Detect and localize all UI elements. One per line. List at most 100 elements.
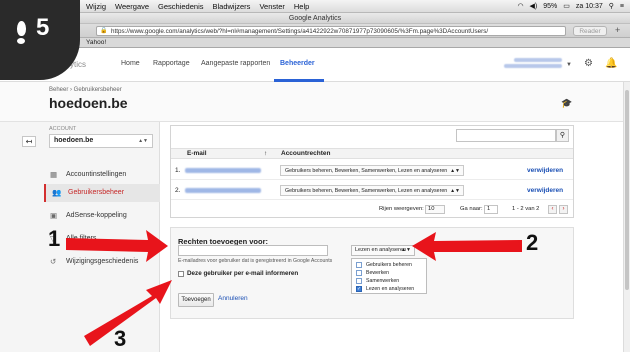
chevron-updown-icon: ▲▼ (401, 247, 411, 253)
battery-icon: ▭ (563, 3, 570, 10)
rights-select[interactable]: Gebruikers beheren, Bewerken, Samenwerke… (280, 165, 464, 176)
prev-page-icon[interactable]: ‹ (548, 205, 557, 214)
bookmarks-bar: ey Yahoo! (0, 38, 630, 48)
goto-input[interactable]: 1 (484, 205, 498, 214)
menu-geschiedenis[interactable]: Geschiedenis (158, 2, 203, 11)
permission-option[interactable]: Bewerken (356, 269, 389, 277)
breadcrumb[interactable]: Beheer › Gebruikersbeheer (49, 87, 122, 93)
permission-option-label: Gebruikers beheren (366, 262, 412, 268)
page-range: 1 - 2 van 2 (512, 206, 540, 212)
menu-wijzig[interactable]: Wijzig (86, 2, 106, 11)
menu-weergave[interactable]: Weergave (115, 2, 149, 11)
checkbox-checked[interactable]: ✓ (356, 286, 362, 292)
next-page-icon[interactable]: › (559, 205, 568, 214)
nav-rapportage[interactable]: Rapportage (153, 60, 190, 67)
clock[interactable]: za 10:37 (576, 3, 603, 10)
permission-option-label: Lezen en analyseren (366, 286, 415, 292)
sidebar-item-label: Alle filters (66, 235, 97, 242)
sidebar-item-history[interactable]: ↺ Wijzigingsgeschiedenis (44, 253, 160, 271)
user-email-blurred (514, 58, 562, 62)
bookmark-yahoo[interactable]: Yahoo! (86, 38, 106, 48)
chevron-updown-icon: ▲▼ (450, 188, 460, 194)
user-id-blurred (504, 64, 562, 68)
delete-link[interactable]: verwijderen (527, 167, 563, 174)
scrollbar[interactable] (623, 82, 630, 352)
new-tab-icon[interactable]: + (615, 25, 620, 35)
window-title: Google Analytics (0, 13, 630, 24)
goto-label: Ga naar: (460, 206, 483, 212)
search-input[interactable] (456, 129, 556, 142)
sidebar-item-label: Gebruikersbeheer (68, 189, 125, 196)
cancel-link[interactable]: Annuleren (218, 295, 248, 302)
page-heading-area: Beheer › Gebruikersbeheer hoedoen.be 🎓 (0, 82, 630, 122)
sidebar-item-filters[interactable]: ▽ Alle filters (44, 230, 160, 248)
battery-percent[interactable]: 95% (543, 3, 557, 10)
permission-option-label: Bewerken (366, 270, 390, 276)
column-email[interactable]: E-mail (187, 149, 207, 159)
annotation-number-3: 3 (114, 326, 127, 351)
checkbox[interactable] (356, 278, 362, 284)
checkbox[interactable] (356, 262, 362, 268)
menu-bladwijzers[interactable]: Bladwijzers (213, 2, 251, 11)
permission-select[interactable]: Lezen en analyseren ▲▼ (351, 245, 415, 256)
building-icon: ▦ (50, 170, 58, 179)
permission-option[interactable]: Samenwerken (356, 277, 399, 285)
gear-icon[interactable]: ⚙ (584, 58, 593, 69)
add-button[interactable]: Toevoegen (178, 293, 214, 307)
nav-beheerder[interactable]: Beheerder (280, 60, 315, 67)
bell-icon[interactable]: 🔔 (605, 58, 617, 69)
sidebar-item-adsense[interactable]: ▣ AdSense-koppeling (44, 207, 160, 225)
sidebar-item-gebruikersbeheer[interactable]: 👥 Gebruikersbeheer (44, 184, 160, 202)
rows-label: Rijen weergeven: (379, 206, 424, 212)
footprint-heel (17, 38, 25, 44)
ga-header: Analytics Home Rapportage Aangepaste rap… (0, 48, 630, 82)
chevron-updown-icon: ▲▼ (138, 138, 148, 144)
scroll-thumb[interactable] (625, 90, 629, 290)
notify-checkbox[interactable] (178, 271, 184, 277)
step-badge: 5 (0, 0, 80, 80)
volume-icon[interactable]: ◀) (530, 2, 538, 10)
annotation-number-2: 2 (526, 230, 539, 255)
status-area: ◠ ◀) 95% ▭ za 10:37 ⚲ ≡ (517, 2, 630, 11)
chevron-down-icon[interactable]: ▼ (566, 62, 572, 68)
graduation-cap-icon[interactable]: 🎓 (561, 98, 572, 109)
history-icon: ↺ (50, 257, 57, 266)
back-arrow-icon[interactable]: ↤ (22, 136, 36, 147)
list-icon[interactable]: ≡ (620, 3, 624, 10)
add-permissions-panel: Rechten toevoegen voor: E-mailadres voor… (170, 227, 574, 319)
goto-input-value: 1 (487, 206, 491, 212)
sidebar: ↤ ACCOUNT hoedoen.be ▲▼ ▦ Accountinstell… (0, 122, 160, 352)
page-title: hoedoen.be (49, 95, 128, 111)
sort-arrow-icon[interactable]: ↑ (264, 149, 267, 159)
nav-home[interactable]: Home (121, 60, 140, 67)
table-header: E-mail ↑ Accountrechten (171, 148, 573, 159)
search-icon[interactable]: ⚲ (556, 129, 569, 142)
annotation-number-1: 1 (48, 226, 61, 251)
checkbox[interactable] (356, 270, 362, 276)
reader-button[interactable]: Reader (573, 26, 607, 36)
pagination: Rijen weergeven: 10 Ga naar: 1 1 - 2 van… (171, 203, 573, 215)
menu-venster[interactable]: Venster (259, 2, 284, 11)
rights-select[interactable]: Gebruikers beheren, Bewerken, Samenwerke… (280, 185, 464, 196)
email-field[interactable] (178, 245, 328, 256)
menu-help[interactable]: Help (294, 2, 309, 11)
nav-aangepaste-rapporten[interactable]: Aangepaste rapporten (201, 60, 270, 67)
user-account-box[interactable] (500, 57, 562, 70)
rows-select-value: 10 (428, 206, 435, 212)
user-email-blurred (185, 188, 261, 193)
delete-link[interactable]: verwijderen (527, 187, 563, 194)
rows-select[interactable]: 10 (425, 205, 445, 214)
account-select[interactable]: hoedoen.be ▲▼ (49, 134, 153, 148)
permission-option[interactable]: ✓ Lezen en analyseren (356, 285, 414, 293)
spotlight-icon[interactable]: ⚲ (609, 2, 614, 10)
permission-option[interactable]: Gebruikers beheren (356, 261, 412, 269)
account-label: ACCOUNT (49, 126, 77, 132)
notify-label[interactable]: Deze gebruiker per e-mail informeren (187, 270, 298, 277)
email-hint: E-mailadres voor gebruiker dat is geregi… (178, 258, 333, 264)
rights-select-value: Gebruikers beheren, Bewerken, Samenwerke… (285, 168, 448, 174)
users-table: ⚲ E-mail ↑ Accountrechten 1. Gebruikers … (170, 125, 574, 218)
wifi-icon[interactable]: ◠ (517, 2, 523, 10)
address-bar[interactable]: 🔒 https://www.google.com/analytics/web/?… (96, 26, 566, 36)
sidebar-item-accountinstellingen[interactable]: ▦ Accountinstellingen (44, 166, 160, 184)
permission-option-label: Samenwerken (366, 278, 400, 284)
